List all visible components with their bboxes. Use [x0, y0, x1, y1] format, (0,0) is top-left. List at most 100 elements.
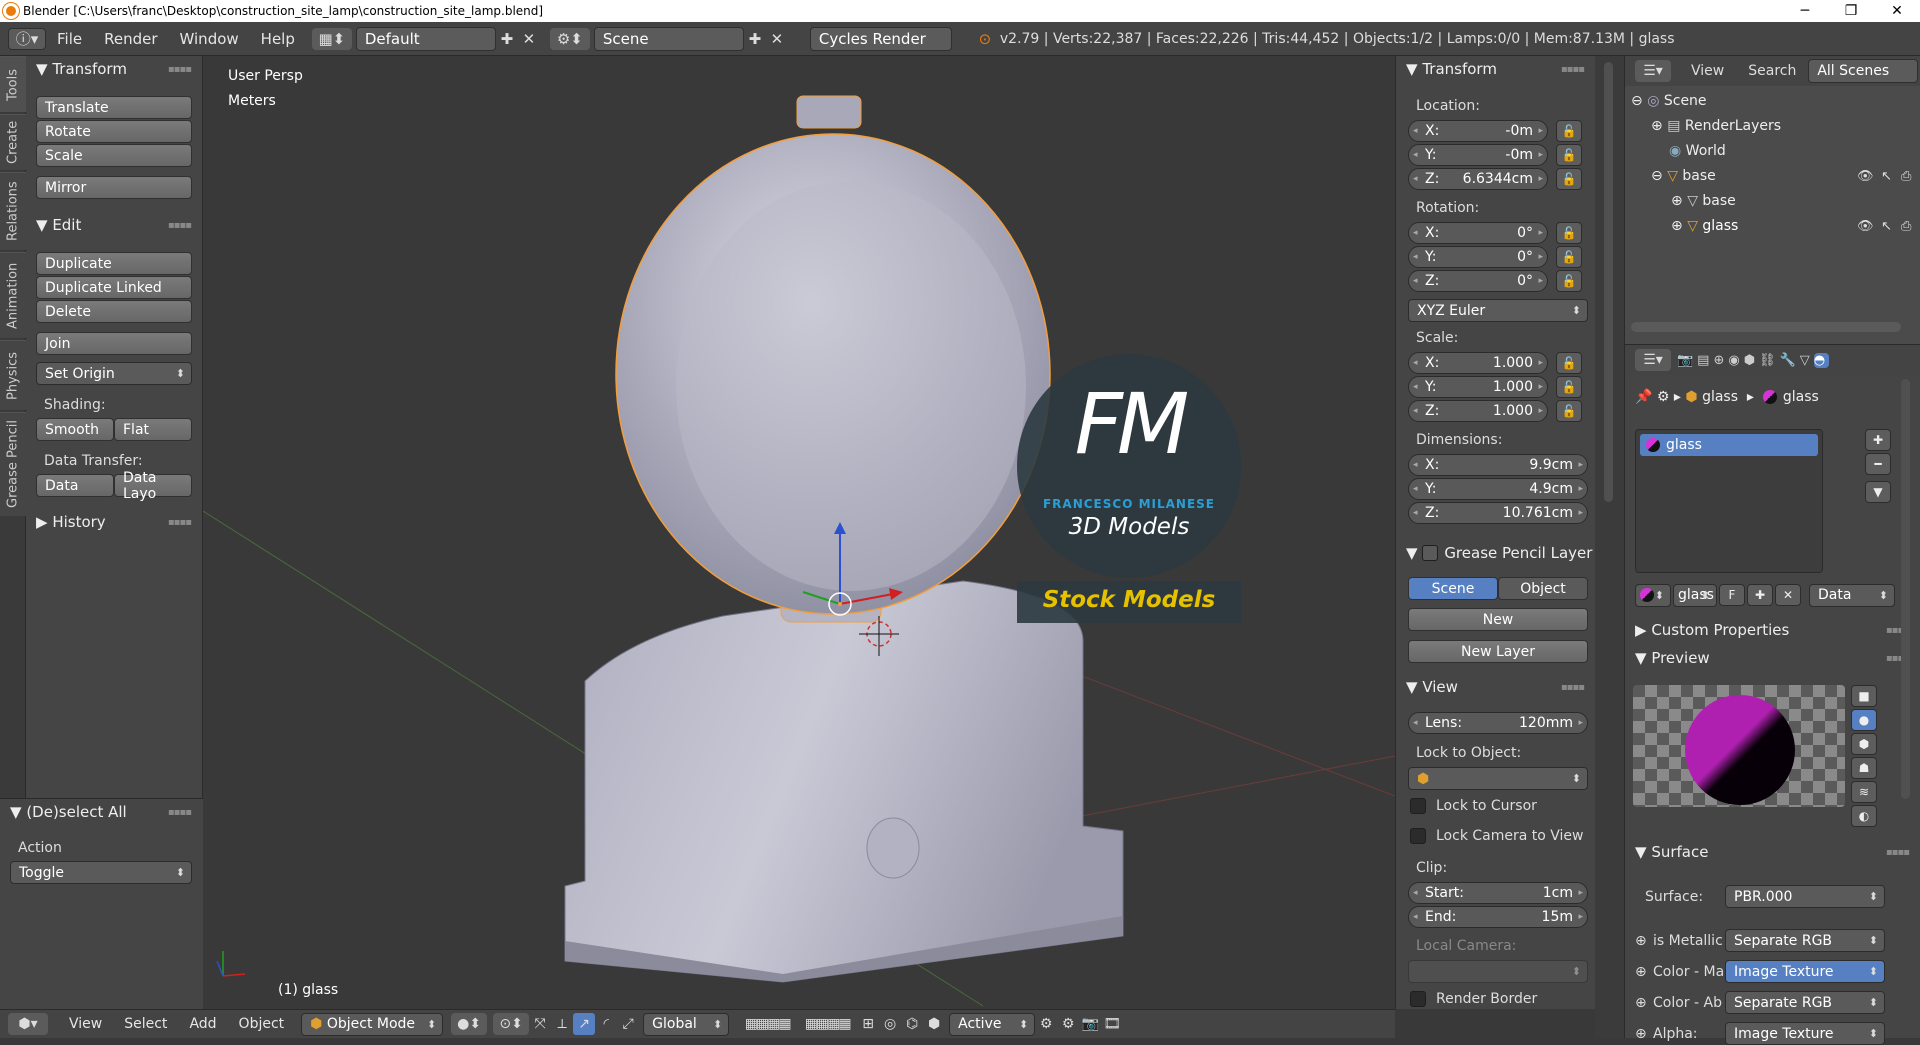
add-scene-icon[interactable]: ✚: [744, 28, 766, 50]
preview-sphere-icon[interactable]: ●: [1851, 709, 1877, 731]
outliner-filter-dropdown[interactable]: All Scenes: [1808, 59, 1919, 83]
gp-object-button[interactable]: Object: [1498, 577, 1588, 600]
material-browse-button[interactable]: [1635, 583, 1671, 607]
material-slot-list[interactable]: glass: [1635, 429, 1823, 573]
input-expand-icon[interactable]: ⊕: [1635, 964, 1647, 980]
menu-add[interactable]: Add: [178, 1016, 227, 1032]
input-node-dropdown[interactable]: Separate RGB: [1725, 929, 1885, 952]
lock-icon[interactable]: 🔓: [1556, 376, 1582, 398]
scene-icon[interactable]: ⚙⬍: [549, 27, 590, 50]
transform-panel-header[interactable]: ▼ Transform ▪▪▪▪: [26, 56, 203, 82]
location-x-field[interactable]: X: -0m: [1408, 120, 1548, 142]
tab-create[interactable]: Create: [0, 114, 26, 170]
input-node-dropdown[interactable]: Image Texture: [1725, 960, 1885, 983]
visibility-eye-icon[interactable]: 👁: [1857, 219, 1874, 234]
flat-button[interactable]: Flat: [114, 418, 192, 441]
surface-header[interactable]: ▼ Surface ▪▪▪▪: [1625, 839, 1920, 865]
action-dropdown[interactable]: Toggle: [10, 861, 192, 884]
render-still-icon[interactable]: 📷: [1079, 1013, 1101, 1035]
slot-menu-icon[interactable]: ▼: [1865, 481, 1891, 503]
pivot-point-icon[interactable]: ⊙⬍: [493, 1013, 530, 1035]
preview-plane-icon[interactable]: ■: [1851, 685, 1877, 707]
scale-y-field[interactable]: Y: 1.000: [1408, 376, 1548, 398]
gp-new-button[interactable]: New: [1408, 608, 1588, 631]
remove-scene-icon[interactable]: ✕: [766, 28, 788, 50]
render-anim-icon[interactable]: 🎞: [1101, 1013, 1123, 1035]
mirror-button[interactable]: Mirror: [36, 176, 192, 199]
material-link-dropdown[interactable]: Data: [1809, 583, 1895, 607]
rotate-manipulator-icon[interactable]: ◜: [595, 1013, 617, 1035]
rotation-z-field[interactable]: Z: 0°: [1408, 270, 1548, 292]
lock-icon[interactable]: 🔓: [1556, 352, 1582, 374]
remove-layout-icon[interactable]: ✕: [518, 28, 540, 50]
location-y-field[interactable]: Y: -0m: [1408, 144, 1548, 166]
input-expand-icon[interactable]: ⊕: [1635, 933, 1647, 949]
input-node-dropdown[interactable]: Image Texture: [1725, 1022, 1885, 1045]
remove-slot-icon[interactable]: ━: [1865, 453, 1891, 475]
add-layout-icon[interactable]: ✚: [496, 28, 518, 50]
3d-viewport[interactable]: User Persp Meters (1) glass FM FRANCESCO…: [203, 56, 1395, 1009]
scene-dropdown[interactable]: Scene: [593, 26, 744, 51]
clip-end-field[interactable]: End: 15m: [1408, 906, 1588, 928]
preview-header[interactable]: ▼ Preview ▪▪▪▪: [1625, 645, 1920, 671]
duplicate-linked-button[interactable]: Duplicate Linked: [36, 276, 192, 299]
new-material-icon[interactable]: ✚: [1747, 584, 1773, 606]
expand-icon[interactable]: ⊕: [1671, 218, 1687, 234]
deselect-all-header[interactable]: ▼ (De)select All ▪▪▪▪: [0, 799, 203, 825]
render-engine-dropdown[interactable]: Cycles Render: [809, 26, 952, 51]
visibility-eye-icon[interactable]: 👁: [1857, 169, 1874, 184]
outliner-item-base-object[interactable]: ⊖ ▽ base: [1651, 164, 1716, 188]
outliner-search-menu[interactable]: Search: [1748, 63, 1796, 79]
unlink-material-icon[interactable]: ✕: [1775, 584, 1801, 606]
layout-dropdown[interactable]: Default: [355, 26, 496, 51]
snap-target-dropdown[interactable]: Active: [949, 1012, 1036, 1036]
lens-field[interactable]: Lens: 120mm: [1408, 712, 1588, 734]
viewport-editor-icon[interactable]: ⬢▾: [8, 1013, 48, 1035]
render-camera-icon[interactable]: ⎙: [1901, 219, 1911, 234]
mode-dropdown[interactable]: ⬢ Object Mode: [301, 1012, 444, 1036]
translate-button[interactable]: Translate: [36, 96, 192, 119]
menu-select[interactable]: Select: [113, 1016, 178, 1032]
menu-render[interactable]: Render: [93, 30, 168, 48]
expand-icon[interactable]: ⊕: [1651, 118, 1667, 134]
grease-pencil-toggle[interactable]: [1422, 545, 1439, 561]
menu-help[interactable]: Help: [250, 30, 306, 48]
opengl-anim-icon[interactable]: ⚙: [1057, 1013, 1079, 1035]
material-slot[interactable]: glass: [1640, 434, 1818, 456]
lock-icon[interactable]: 🔓: [1556, 168, 1582, 190]
history-panel-header[interactable]: ▶ History ▪▪▪▪: [26, 509, 203, 535]
clip-start-field[interactable]: Start: 1cm: [1408, 882, 1588, 904]
lock-icon[interactable]: 🔓: [1556, 246, 1582, 268]
maximize-button[interactable]: ❐: [1828, 3, 1874, 19]
scale-z-field[interactable]: Z: 1.000: [1408, 400, 1548, 422]
outliner-item-base-mesh[interactable]: ⊕ ▽ base: [1671, 189, 1736, 213]
collapse-icon[interactable]: ⊖: [1651, 168, 1667, 184]
snap-element-icon[interactable]: ⬢: [923, 1013, 945, 1035]
location-z-field[interactable]: Z: 6.6344cm: [1408, 168, 1548, 190]
lock-object-field[interactable]: ⬢: [1408, 767, 1588, 790]
preview-monkey-icon[interactable]: ☗: [1851, 757, 1877, 779]
lock-layers-icon[interactable]: ⊞: [857, 1013, 879, 1035]
snap-toggle-icon[interactable]: ⌬: [901, 1013, 923, 1035]
dimension-x-field[interactable]: X: 9.9cm: [1408, 454, 1588, 476]
surface-node-dropdown[interactable]: PBR.000: [1725, 885, 1885, 908]
smooth-button[interactable]: Smooth: [36, 418, 114, 441]
preview-cube-icon[interactable]: ⬢: [1851, 733, 1877, 755]
layers-grid-icon[interactable]: ▦▦▦▦: [737, 1013, 797, 1035]
outliner-editor-icon[interactable]: ☰▾: [1635, 60, 1671, 82]
dimension-z-field[interactable]: Z: 10.761cm: [1408, 502, 1588, 524]
input-expand-icon[interactable]: ⊕: [1635, 995, 1647, 1011]
collapse-icon[interactable]: ⊖: [1631, 93, 1647, 109]
rotation-mode-dropdown[interactable]: XYZ Euler: [1408, 299, 1588, 322]
edit-panel-header[interactable]: ▼ Edit ▪▪▪▪: [26, 212, 203, 238]
outliner-item-renderlayers[interactable]: ⊕ ▤ RenderLayers: [1651, 114, 1781, 138]
tab-tools[interactable]: Tools: [0, 56, 26, 112]
select-cursor-icon[interactable]: ↖: [1881, 169, 1892, 184]
rotation-x-field[interactable]: X: 0°: [1408, 222, 1548, 244]
lock-to-cursor-checkbox[interactable]: [1410, 798, 1426, 814]
lock-icon[interactable]: 🔓: [1556, 270, 1582, 292]
tab-relations[interactable]: Relations: [0, 172, 26, 250]
lock-icon[interactable]: 🔓: [1556, 120, 1582, 142]
preview-hair-icon[interactable]: ≋: [1851, 781, 1877, 803]
lock-icon[interactable]: 🔓: [1556, 222, 1582, 244]
